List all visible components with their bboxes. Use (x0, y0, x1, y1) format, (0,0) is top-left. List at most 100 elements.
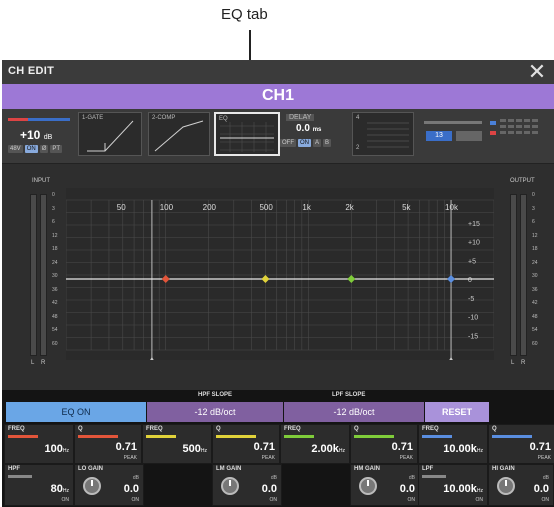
q-label: Q (492, 426, 497, 432)
reset-button[interactable]: RESET (425, 402, 489, 422)
eq-on-button[interactable]: EQ ON (6, 402, 146, 422)
freq-axis-label: 100 (160, 203, 174, 212)
gain-knob[interactable] (221, 477, 239, 495)
delay-on-button[interactable]: ON (298, 139, 311, 147)
dynamics-module[interactable]: 4 2 (352, 112, 414, 156)
delay-off-button[interactable]: OFF (280, 139, 296, 147)
peak-tag[interactable]: PEAK (400, 455, 413, 461)
freq-bar (422, 435, 452, 438)
freq-value: 100Hz (45, 443, 69, 455)
gain-cell-lo-gain[interactable]: LO GAIN dB 0.0 ON (74, 464, 144, 506)
q-bar (492, 435, 532, 438)
freq-axis-label: 500 (259, 203, 273, 212)
meter-tick: 30 (532, 273, 538, 279)
gain-unit: dB (43, 134, 53, 141)
eq-thumbnail-icon (220, 122, 274, 152)
db-axis-label: -10 (468, 315, 478, 322)
on-tag[interactable]: ON (542, 497, 550, 503)
gain-value-number: +10 (20, 128, 41, 142)
input-meter-scale: 0 3 6 12 18 24 30 36 42 48 54 60 (52, 192, 62, 358)
meter-tick: 54 (52, 327, 58, 333)
phantom-button[interactable]: 48V (8, 145, 23, 153)
gain-knob[interactable] (359, 477, 377, 495)
hpf-handle-icon[interactable] (149, 357, 155, 360)
q-cell-band-2[interactable]: Q 0.71 PEAK (212, 424, 280, 464)
q-label: Q (354, 426, 359, 432)
dynamics-icon (367, 122, 409, 148)
freq-number: 500 (182, 443, 201, 455)
freq-cell-band-4[interactable]: FREQ 10.00kHz (418, 424, 488, 464)
db-axis-label: +15 (468, 221, 480, 228)
on-tag[interactable]: ON (270, 497, 278, 503)
freq-unit: Hz (200, 448, 207, 454)
db-axis-label: -5 (468, 296, 474, 303)
freq-axis-label: 200 (203, 203, 217, 212)
param-label: LPF (422, 466, 434, 472)
hpf-slope-button[interactable]: -12 dB/oct (147, 402, 283, 422)
bus-slot (456, 131, 482, 141)
q-value: 0.71 (253, 441, 275, 453)
param-label: LO GAIN (78, 466, 103, 472)
freq-label: FREQ (8, 426, 25, 432)
gain-cell-lm-gain[interactable]: LM GAIN dB 0.0 ON (212, 464, 282, 506)
freq-value: 10.00kHz (443, 443, 483, 455)
channel-name: CH1 (261, 87, 294, 104)
on-tag[interactable]: ON (62, 497, 70, 503)
q-cell-band-1[interactable]: Q 0.71 PEAK (74, 424, 142, 464)
output-meter-left (510, 194, 517, 356)
lpf-slope-button[interactable]: -12 dB/oct (284, 402, 424, 422)
gain-cell-hi-gain[interactable]: HI GAIN dB 0.0 ON (488, 464, 554, 506)
freq-label: FREQ (146, 426, 163, 432)
freq-unit: Hz (476, 448, 483, 454)
meter-tick: 24 (532, 259, 538, 266)
freq-axis-label: 2k (345, 203, 354, 212)
bus-send-module[interactable]: 13 (420, 113, 550, 159)
gain-toggles: 48V ON Ø PT (8, 145, 63, 153)
meter-tick: 18 (52, 246, 58, 252)
phase-button[interactable]: Ø (39, 145, 49, 153)
delay-b-button[interactable]: B (323, 139, 332, 147)
freq-cell-band-1[interactable]: FREQ 100Hz (4, 424, 74, 464)
peak-tag[interactable]: PEAK (538, 455, 551, 461)
on-tag[interactable]: ON (476, 497, 484, 503)
param-number: 10.00k (443, 483, 477, 495)
ch-edit-window: CH EDIT ✕ CH1 +10 dB 48V ON Ø PT 1-GATE (2, 60, 554, 507)
q-label: Q (78, 426, 83, 432)
gain-on-button[interactable]: ON (24, 145, 38, 153)
on-tag[interactable]: ON (132, 497, 140, 503)
filter-cell-lpf[interactable]: LPF 10.00kHz ON (418, 464, 488, 506)
freq-axis-label: 10k (445, 203, 459, 212)
filter-cell-hpf[interactable]: HPF 80Hz ON (4, 464, 74, 506)
output-meter-label: OUTPUT (510, 178, 535, 184)
peak-tag[interactable]: PEAK (262, 455, 275, 461)
comp-module[interactable]: 2-COMP (148, 112, 210, 156)
on-tag[interactable]: ON (408, 497, 416, 503)
delay-module[interactable]: DELAY 0.0 ms OFF ON A B (278, 114, 338, 158)
input-r-label: R (41, 360, 46, 366)
input-meter-label: INPUT (32, 178, 50, 184)
pt-button[interactable]: PT (50, 145, 63, 153)
q-cell-band-4[interactable]: Q 0.71 PEAK (488, 424, 554, 464)
gain-cell-hm-gain[interactable]: HM GAIN dB 0.0 ON (350, 464, 420, 506)
delay-unit: ms (312, 127, 322, 133)
send-indicator-red (490, 131, 496, 135)
param-value: 10.00kHz (443, 483, 483, 495)
lpf-handle-icon[interactable] (448, 357, 454, 360)
hpf-slope-label: HPF SLOPE (198, 392, 233, 398)
q-cell-band-3[interactable]: Q 0.71 PEAK (350, 424, 418, 464)
eq-tab[interactable]: EQ (214, 112, 280, 156)
delay-a-button[interactable]: A (313, 139, 322, 147)
param-label: LM GAIN (216, 466, 242, 472)
close-icon[interactable]: ✕ (526, 61, 548, 83)
gain-knob[interactable] (83, 477, 101, 495)
gain-module[interactable]: +10 dB 48V ON Ø PT (6, 112, 72, 160)
meter-tick: 30 (52, 273, 58, 279)
gain-knob[interactable] (497, 477, 515, 495)
freq-unit: Hz (62, 448, 69, 454)
freq-cell-band-3[interactable]: FREQ 2.00kHz (280, 424, 350, 464)
meter-tick: 6 (532, 219, 535, 225)
freq-cell-band-2[interactable]: FREQ 500Hz (142, 424, 212, 464)
peak-tag[interactable]: PEAK (124, 455, 137, 461)
gate-module[interactable]: 1-GATE (78, 112, 142, 156)
eq-graph[interactable]: 50 100 200 500 1k 2k 5k 10k +15 +10 +5 0 -5 -10 -15 (66, 188, 494, 360)
